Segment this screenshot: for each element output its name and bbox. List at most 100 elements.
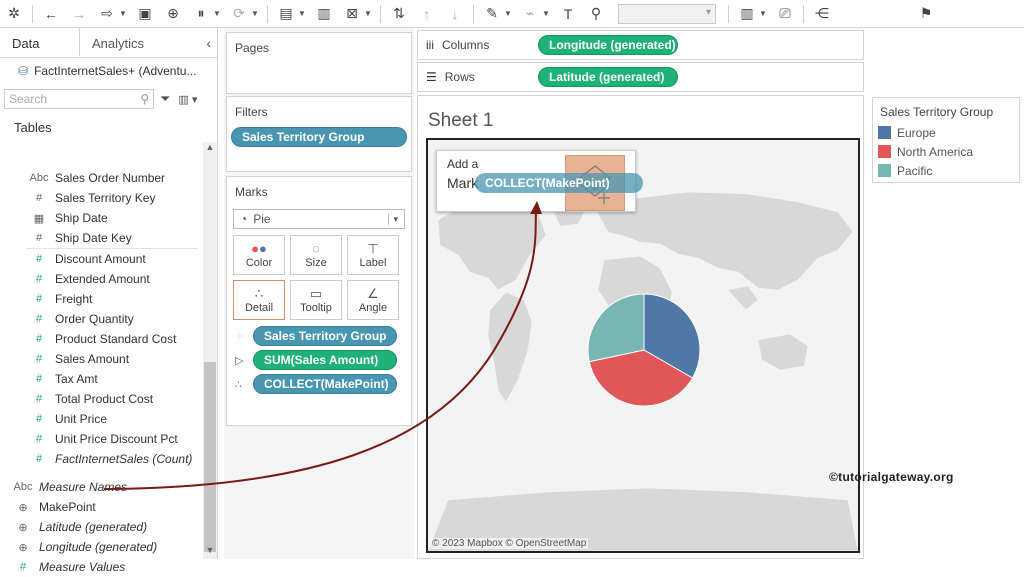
chevron-down-icon[interactable]: ▼ [251, 9, 259, 18]
label-icon[interactable]: T [556, 3, 580, 25]
field-item[interactable]: # Freight [0, 289, 205, 309]
rows-shelf[interactable]: ☰ Rows Latitude (generated) [417, 62, 864, 92]
field-item[interactable]: Abc Measure Names [0, 477, 205, 497]
pause-updates-icon[interactable]: ⏸ [189, 3, 213, 25]
field-item[interactable]: # Unit Price Discount Pct [0, 429, 205, 449]
field-item[interactable]: # Measure Values [0, 557, 205, 577]
field-item[interactable]: # Product Standard Cost [0, 329, 205, 349]
save-icon[interactable]: ▣ [133, 3, 157, 25]
dragging-pill: COLLECT(MakePoint) [475, 173, 643, 193]
columns-pill[interactable]: Longitude (generated) [538, 35, 678, 55]
sort-asc-icon[interactable]: ↑ [415, 3, 439, 25]
filter-pill[interactable]: Sales Territory Group [231, 127, 407, 147]
angle-icon: ∠ [367, 286, 379, 301]
field-item[interactable]: # Extended Amount [0, 269, 205, 289]
search-input[interactable] [9, 92, 129, 106]
chevron-down-icon[interactable]: ▼ [504, 9, 512, 18]
tableau-logo-icon[interactable]: ✲ [2, 3, 26, 25]
refresh-icon[interactable]: ⟳ [227, 3, 251, 25]
tooltip-button[interactable]: ▭ Tooltip [290, 280, 342, 320]
connect-icon[interactable]: ⇨ [95, 3, 119, 25]
clear-icon[interactable]: ⊠ [340, 3, 364, 25]
new-sheet-icon[interactable]: ▤ [274, 3, 298, 25]
scroll-down-icon[interactable]: ▼ [203, 545, 217, 559]
tab-analytics[interactable]: Analytics [80, 28, 156, 57]
legend-item-europe[interactable]: Europe [873, 123, 1019, 142]
label-icon: ⊤ [367, 241, 379, 256]
new-datasource-icon[interactable]: ⊕ [161, 3, 185, 25]
field-item[interactable]: ▦ Ship Date [0, 208, 205, 228]
scroll-thumb[interactable] [204, 362, 216, 552]
marks-card: Marks ◔ Pie ▾ ●● Color ◌ Size ⊤ Label ∴ Detai… [226, 176, 412, 426]
pin-icon[interactable]: ⚲ [584, 3, 608, 25]
field-label: Order Quantity [55, 312, 134, 326]
angle-button[interactable]: ∠ Angle [347, 280, 399, 320]
field-item[interactable]: # FactInternetSales (Count) [0, 449, 205, 469]
columns-icon: iii [426, 38, 434, 52]
field-item[interactable]: # Sales Amount [0, 349, 205, 369]
filter-icon[interactable]: ⏷ [160, 91, 170, 107]
search-box[interactable]: ⚲ [4, 89, 154, 109]
mark-pill-sum-sales-amount[interactable]: SUM(Sales Amount) [253, 350, 397, 370]
chevron-down-icon[interactable]: ▼ [213, 9, 221, 18]
size-button[interactable]: ◌ Size [290, 235, 342, 275]
forward-icon[interactable]: → [67, 3, 91, 25]
color-legend: Sales Territory Group Europe North Ameri… [872, 97, 1020, 183]
field-item[interactable]: ⊕ Longitude (generated) [0, 537, 205, 557]
detail-button[interactable]: ∴ Detail [233, 280, 285, 320]
pie-chart[interactable] [587, 293, 701, 407]
pages-card[interactable]: Pages [226, 32, 412, 94]
angle-icon: ▷ [235, 354, 244, 367]
field-label: Tax Amt [55, 372, 98, 386]
color-button[interactable]: ●● Color [233, 235, 285, 275]
chevron-down-icon[interactable]: ▼ [759, 9, 767, 18]
mark-pill-collect-makepoint[interactable]: COLLECT(MakePoint) [253, 374, 397, 394]
back-icon[interactable]: ← [39, 3, 63, 25]
swap-icon[interactable]: ⇅ [387, 3, 411, 25]
attach-icon[interactable]: ⌁ [518, 3, 542, 25]
fit-select[interactable] [618, 3, 716, 24]
field-item[interactable]: Abc Sales Order Number [0, 168, 205, 188]
field-item[interactable]: # Order Quantity [0, 309, 205, 329]
field-label: Measure Names [39, 480, 128, 494]
legend-item-north-america[interactable]: North America [873, 142, 1019, 161]
collapse-pane-icon[interactable]: ‹ [206, 35, 211, 51]
mark-type-select[interactable]: ◔ Pie ▾ [233, 209, 405, 229]
sort-desc-icon[interactable]: ↓ [443, 3, 467, 25]
field-item[interactable]: # Discount Amount [0, 249, 205, 269]
mark-pill-sales-territory-group[interactable]: Sales Territory Group [253, 326, 397, 346]
chevron-down-icon[interactable]: ▼ [298, 9, 306, 18]
chevron-down-icon[interactable]: ▼ [364, 9, 372, 18]
datasource-row[interactable]: ⛁ FactInternetSales+ (Adventu... [0, 58, 217, 84]
duplicate-icon[interactable]: ▥ [312, 3, 336, 25]
field-item[interactable]: # Total Product Cost [0, 389, 205, 409]
number-type-icon: # [35, 273, 43, 285]
legend-label: North America [897, 144, 974, 159]
field-item[interactable]: # Tax Amt [0, 369, 205, 389]
columns-shelf[interactable]: iii Columns Longitude (generated) [417, 30, 864, 60]
field-item[interactable]: ⊕ Latitude (generated) [0, 517, 205, 537]
legend-item-pacific[interactable]: Pacific [873, 161, 1019, 180]
map-view[interactable]: Add a Mark COLLECT(MakePoint) © 2023 Map… [426, 138, 860, 553]
show-me-icon[interactable]: ▥ [735, 3, 759, 25]
chevron-down-icon[interactable]: ▼ [119, 9, 127, 18]
field-item[interactable]: # Ship Date Key [0, 228, 205, 248]
highlight-icon[interactable]: ✎ [480, 3, 504, 25]
filters-card[interactable]: Filters Sales Territory Group [226, 96, 412, 172]
rows-pill[interactable]: Latitude (generated) [538, 67, 678, 87]
tab-data[interactable]: Data [0, 28, 80, 57]
pie-slice-pacific[interactable] [587, 293, 645, 363]
label-button[interactable]: ⊤ Label [347, 235, 399, 275]
field-item[interactable]: ⊕ MakePoint [0, 497, 205, 517]
field-item[interactable]: # Unit Price [0, 409, 205, 429]
field-item[interactable]: # Sales Territory Key [0, 188, 205, 208]
view-list-icon[interactable]: ▥ ▾ [178, 93, 197, 106]
connect-pin-icon[interactable]: ⚑ [914, 3, 938, 25]
scroll-up-icon[interactable]: ▲ [203, 142, 217, 156]
chevron-down-icon[interactable]: ▼ [542, 9, 550, 18]
legend-title: Sales Territory Group [880, 105, 994, 119]
field-list-scrollbar[interactable]: ▲ ▼ [203, 142, 217, 559]
number-type-icon: # [35, 232, 43, 244]
presentation-icon[interactable]: ⎚ [773, 3, 797, 25]
share-icon[interactable]: ⋲ [810, 3, 834, 25]
